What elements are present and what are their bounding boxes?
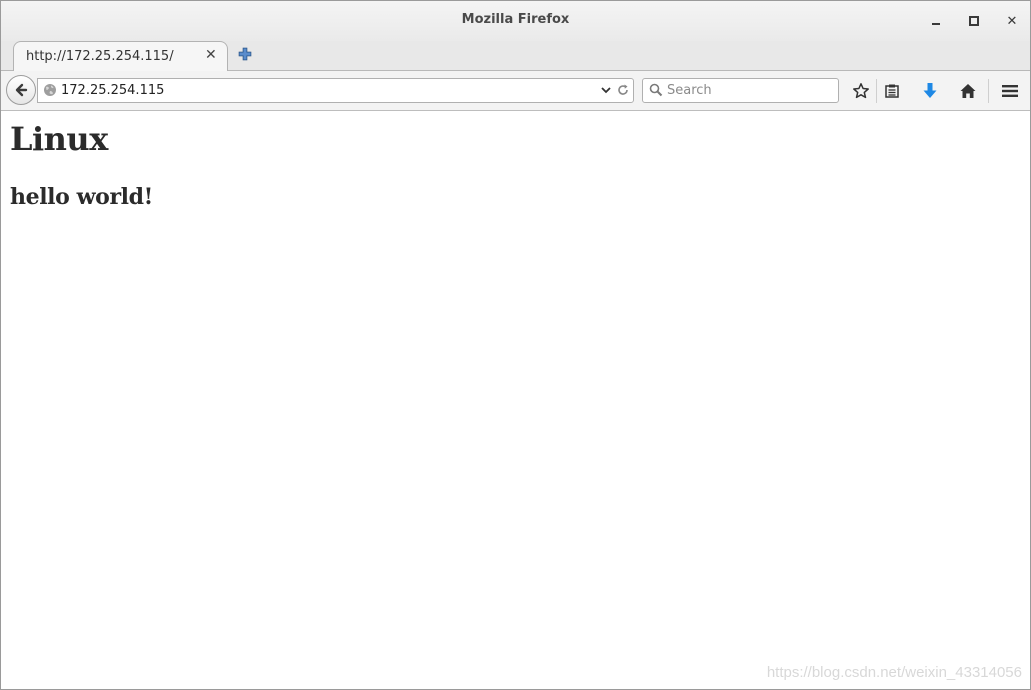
reading-list-button[interactable] [881, 80, 903, 102]
maximize-button[interactable] [964, 11, 984, 31]
close-icon: ✕ [1006, 13, 1018, 29]
star-icon [853, 83, 869, 99]
page-heading: Linux [10, 120, 108, 158]
window-title: Mozilla Firefox [461, 12, 570, 27]
download-arrow-icon [923, 83, 937, 98]
minimize-button[interactable] [926, 11, 946, 31]
search-input[interactable] [667, 82, 832, 99]
navigation-toolbar [1, 71, 1030, 111]
tab-strip: http://172.25.254.115/ ✕ [1, 41, 1030, 71]
chevron-down-icon[interactable] [600, 84, 612, 96]
home-icon [960, 84, 976, 98]
watermark: https://blog.csdn.net/weixin_43314056 [766, 664, 1022, 681]
back-button[interactable] [6, 75, 36, 105]
tab-close-icon[interactable]: ✕ [205, 47, 217, 63]
search-bar[interactable] [642, 78, 839, 103]
maximize-icon [969, 16, 979, 26]
tab-active[interactable]: http://172.25.254.115/ ✕ [13, 41, 228, 71]
home-button[interactable] [957, 80, 979, 102]
url-bar[interactable] [37, 78, 634, 103]
downloads-button[interactable] [919, 80, 941, 102]
toolbar-separator [876, 79, 877, 103]
search-icon [649, 83, 663, 97]
globe-icon [44, 84, 56, 96]
new-tab-button[interactable] [237, 46, 253, 62]
hamburger-menu-icon [1002, 85, 1018, 97]
menu-button[interactable] [999, 80, 1021, 102]
plus-icon [238, 47, 252, 61]
tab-label: http://172.25.254.115/ [26, 49, 174, 64]
close-window-button[interactable]: ✕ [1002, 11, 1022, 31]
toolbar-separator [988, 79, 989, 103]
clipboard-icon [885, 84, 899, 98]
minimize-icon [932, 23, 940, 25]
page-content: Linux hello world! https://blog.csdn.net… [1, 111, 1030, 689]
bookmark-button[interactable] [850, 80, 872, 102]
back-arrow-icon [15, 83, 28, 97]
reload-icon[interactable] [616, 83, 630, 97]
browser-window: Mozilla Firefox ✕ http://172.25.254.115/… [0, 0, 1031, 690]
url-input[interactable] [61, 83, 581, 98]
page-subheading: hello world! [10, 184, 153, 210]
title-bar: Mozilla Firefox ✕ [1, 1, 1030, 41]
